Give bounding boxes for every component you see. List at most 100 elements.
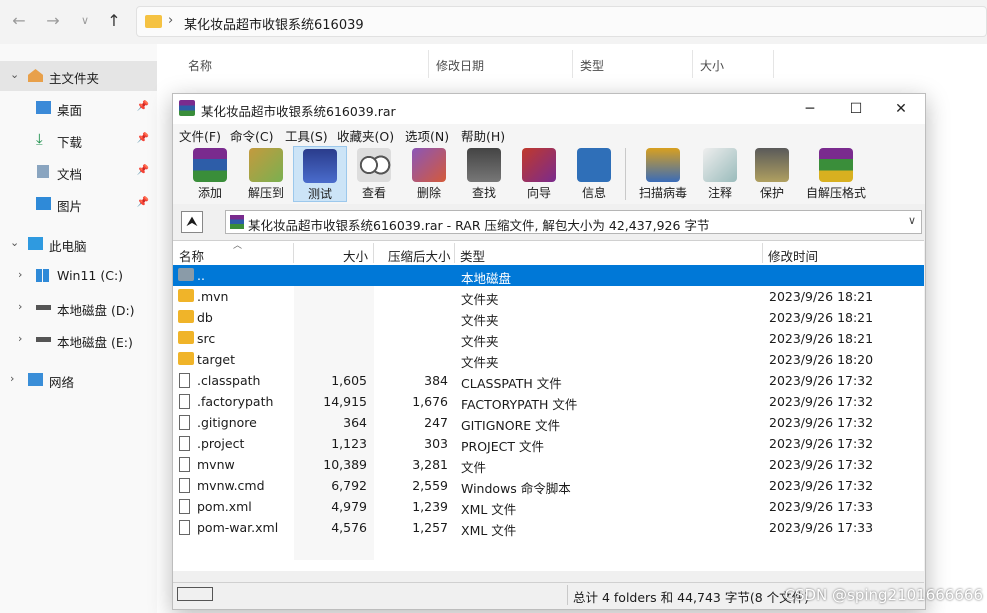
sidebar-item-downloads[interactable]: ⤓ 下载 📌 bbox=[0, 125, 157, 155]
cell-modified: 2023/9/26 18:20 bbox=[769, 352, 874, 367]
column-header-type[interactable]: 类型 bbox=[580, 57, 604, 74]
cell-type: 文件夹 bbox=[461, 313, 499, 328]
table-row[interactable]: .project 1,123 303 PROJECT 文件 2023/9/26 17:3… bbox=[173, 433, 924, 454]
chevron-down-icon[interactable]: ∨ bbox=[908, 214, 916, 227]
cell-modified: 2023/9/26 18:21 bbox=[769, 331, 874, 346]
comment-button[interactable]: 注释 bbox=[693, 146, 747, 202]
minimize-button[interactable]: ─ bbox=[787, 94, 833, 124]
delete-trash-icon bbox=[412, 148, 446, 182]
virus-scan-button[interactable]: 扫描病毒 bbox=[632, 146, 694, 202]
cell-name: src bbox=[197, 331, 216, 346]
protect-shield-icon bbox=[755, 148, 789, 182]
table-row[interactable]: .classpath 1,605 384 CLASSPATH 文件 2023/9/26 … bbox=[173, 370, 924, 391]
up-folder-button[interactable]: ⮝ bbox=[181, 211, 203, 233]
column-divider bbox=[572, 50, 573, 78]
drive-status-icon[interactable] bbox=[177, 587, 213, 601]
wizard-label: 向导 bbox=[526, 186, 551, 200]
table-row[interactable]: src 文件夹 2023/9/26 18:21 bbox=[173, 328, 924, 349]
info-label: 信息 bbox=[581, 186, 606, 200]
up-arrow-icon[interactable]: ↑ bbox=[103, 10, 125, 32]
sidebar-item-network[interactable]: › 网络 bbox=[0, 365, 157, 395]
find-button[interactable]: 查找 bbox=[457, 146, 511, 202]
address-bar[interactable]: › 某化妆品超市收银系统616039 bbox=[136, 6, 987, 37]
close-button[interactable]: ✕ bbox=[878, 94, 924, 124]
extract-to-label: 解压到 bbox=[247, 186, 284, 200]
cell-name: pom.xml bbox=[197, 499, 252, 514]
extract-to-button[interactable]: 解压到 bbox=[239, 146, 293, 202]
file-icon bbox=[179, 394, 190, 409]
find-label: 查找 bbox=[471, 186, 496, 200]
cell-size: 10,389 bbox=[323, 457, 367, 472]
sidebar-item-documents[interactable]: 文档 📌 bbox=[0, 157, 157, 187]
table-row[interactable]: mvnw.cmd 6,792 2,559 Windows 命令脚本 2023/9/26 … bbox=[173, 475, 924, 496]
menu-options[interactable]: 选项(N) bbox=[405, 126, 449, 145]
column-header-name[interactable]: 名称 bbox=[188, 57, 212, 74]
document-icon bbox=[37, 165, 49, 178]
pin-icon[interactable]: 📌 bbox=[137, 133, 149, 144]
menu-help[interactable]: 帮助(H) bbox=[461, 126, 505, 145]
menu-commands[interactable]: 命令(C) bbox=[230, 126, 273, 145]
cell-modified: 2023/9/26 17:32 bbox=[769, 373, 874, 388]
table-row[interactable]: .factorypath 14,915 1,676 FACTORYPATH 文件 202… bbox=[173, 391, 924, 412]
delete-button[interactable]: 删除 bbox=[402, 146, 456, 202]
table-row[interactable]: pom-war.xml 4,576 1,257 XML 文件 2023/9/26 17:… bbox=[173, 517, 924, 538]
virus-scan-label: 扫描病毒 bbox=[638, 186, 687, 200]
sidebar-item-desktop[interactable]: 桌面 📌 bbox=[0, 93, 157, 123]
sfx-button[interactable]: 自解压格式 bbox=[801, 146, 871, 202]
column-divider bbox=[428, 50, 429, 78]
cell-name: .gitignore bbox=[197, 415, 257, 430]
sidebar-item-home[interactable]: ⌄ 主文件夹 bbox=[0, 61, 157, 91]
table-row[interactable]: .mvn 文件夹 2023/9/26 18:21 bbox=[173, 286, 924, 307]
table-row[interactable]: mvnw 10,389 3,281 文件 2023/9/26 17:32 bbox=[173, 454, 924, 475]
chevron-right-icon: › bbox=[168, 13, 174, 28]
forward-arrow-icon[interactable]: → bbox=[42, 10, 64, 32]
sidebar-item-drive-c[interactable]: › Win11 (C:) bbox=[0, 261, 157, 291]
add-button[interactable]: 添加 bbox=[183, 146, 237, 202]
menu-file[interactable]: 文件(F) bbox=[179, 126, 221, 145]
winrar-app-icon bbox=[179, 100, 195, 116]
path-combobox[interactable]: 某化妆品超市收银系统616039.rar - RAR 压缩文件, 解包大小为 4… bbox=[225, 210, 922, 234]
view-button[interactable]: 查看 bbox=[347, 146, 401, 202]
menu-tools[interactable]: 工具(S) bbox=[285, 126, 328, 145]
recent-chevron-down-icon[interactable]: ∨ bbox=[74, 10, 96, 32]
maximize-button[interactable]: ☐ bbox=[833, 94, 879, 124]
table-row[interactable]: target 文件夹 2023/9/26 18:20 bbox=[173, 349, 924, 370]
cell-type: FACTORYPATH 文件 bbox=[461, 397, 578, 412]
file-icon bbox=[179, 415, 190, 430]
table-row[interactable]: .. 本地磁盘 bbox=[173, 265, 924, 286]
column-header-date[interactable]: 修改日期 bbox=[436, 57, 484, 74]
table-row[interactable]: db 文件夹 2023/9/26 18:21 bbox=[173, 307, 924, 328]
info-button[interactable]: 信息 bbox=[567, 146, 621, 202]
extract-folder-icon bbox=[249, 148, 283, 182]
table-row[interactable]: pom.xml 4,979 1,239 XML 文件 2023/9/26 17:33 bbox=[173, 496, 924, 517]
sidebar-item-this-pc[interactable]: ⌄ 此电脑 bbox=[0, 229, 157, 259]
sidebar-item-label: 主文件夹 bbox=[49, 71, 100, 86]
pin-icon[interactable]: 📌 bbox=[137, 165, 149, 176]
archive-icon bbox=[230, 215, 244, 229]
test-button[interactable]: 测试 bbox=[293, 146, 347, 202]
wizard-button[interactable]: 向导 bbox=[512, 146, 566, 202]
file-icon bbox=[179, 478, 190, 493]
cell-type: 本地磁盘 bbox=[461, 271, 512, 286]
sidebar-item-pictures[interactable]: 图片 📌 bbox=[0, 189, 157, 219]
add-archive-icon bbox=[193, 148, 227, 182]
column-header-size[interactable]: 大小 bbox=[700, 57, 724, 74]
table-row[interactable]: .gitignore 364 247 GITIGNORE 文件 2023/9/26 17… bbox=[173, 412, 924, 433]
cell-type: 文件夹 bbox=[461, 292, 499, 307]
menu-favorites[interactable]: 收藏夹(O) bbox=[337, 126, 394, 145]
path-text: 某化妆品超市收银系统616039.rar - RAR 压缩文件, 解包大小为 4… bbox=[248, 218, 710, 233]
column-divider bbox=[373, 243, 374, 263]
protect-button[interactable]: 保护 bbox=[745, 146, 799, 202]
cell-size: 4,576 bbox=[331, 520, 367, 535]
status-separator bbox=[567, 585, 568, 605]
pin-icon[interactable]: 📌 bbox=[137, 101, 149, 112]
column-divider bbox=[773, 50, 774, 78]
pin-icon[interactable]: 📌 bbox=[137, 197, 149, 208]
folder-icon bbox=[178, 310, 194, 323]
back-arrow-icon[interactable]: ← bbox=[8, 10, 30, 32]
cell-type: 文件夹 bbox=[461, 334, 499, 349]
sidebar-item-drive-e[interactable]: › 本地磁盘 (E:) bbox=[0, 325, 157, 355]
sidebar-item-drive-d[interactable]: › 本地磁盘 (D:) bbox=[0, 293, 157, 323]
cell-type: XML 文件 bbox=[461, 502, 517, 517]
folder-icon bbox=[178, 352, 194, 365]
